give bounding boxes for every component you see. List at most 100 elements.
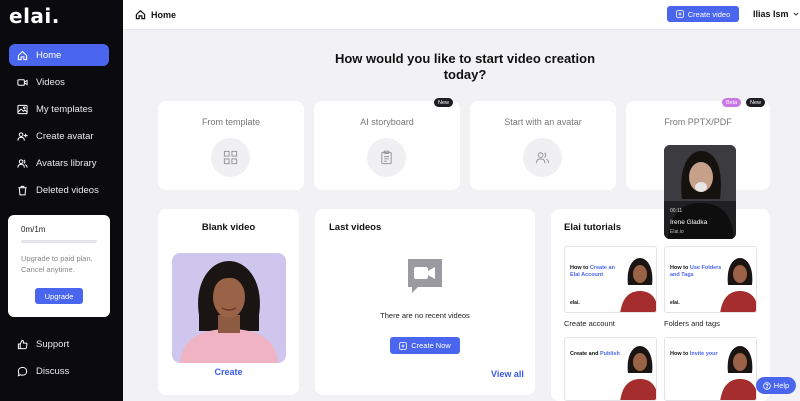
sidebar-item-label: Deleted videos	[36, 184, 99, 196]
create-video-label: Create video	[687, 9, 731, 19]
sidebar-nav: Home Videos My templates Create avatar A…	[9, 44, 109, 206]
option-label: AI storyboard	[360, 117, 414, 127]
upgrade-button[interactable]: Upgrade	[35, 288, 83, 304]
upgrade-message: Upgrade to paid plan. Cancel anytime.	[21, 254, 93, 274]
user-name: Ilias Ism	[753, 9, 789, 19]
preview-name: Irene Gladka	[670, 219, 708, 226]
sidebar-item-label: Discuss	[36, 365, 70, 377]
sidebar-item-label: Create avatar	[36, 130, 94, 142]
tutorial-presenter-image	[720, 258, 756, 312]
tutorial-presenter-image	[720, 346, 756, 400]
tutorial-label: Create account	[564, 319, 615, 328]
sidebar-bottom-nav: Support Discuss	[9, 333, 109, 387]
help-label: Help	[773, 381, 790, 390]
tutorial-thumb-text: Create and Publish	[570, 351, 625, 358]
avatar-illustration	[180, 261, 278, 363]
option-icon-circle	[523, 138, 562, 177]
trash-icon	[18, 185, 27, 195]
new-badge: New	[746, 98, 766, 107]
breadcrumb: Home	[135, 9, 176, 20]
thumb-prefix: How to	[670, 265, 690, 271]
sidebar-item-support[interactable]: Support	[9, 333, 109, 355]
clipboard-icon	[381, 150, 392, 165]
option-icon-circle	[211, 138, 250, 177]
option-label: Start with an avatar	[504, 117, 582, 127]
sidebar-item-my-templates[interactable]: My templates	[9, 98, 109, 120]
view-all-link[interactable]: View all	[491, 369, 524, 379]
help-button[interactable]: Help	[756, 377, 796, 394]
chevron-down-icon	[792, 12, 799, 16]
plus-square-icon	[399, 341, 407, 350]
option-ai-storyboard[interactable]: AI storyboard New	[314, 98, 460, 190]
video-icon	[17, 78, 28, 86]
card-title: Elai tutorials	[564, 222, 622, 233]
sidebar-item-discuss[interactable]: Discuss	[9, 360, 109, 382]
tutorial-thumb-text: How to Invite your	[670, 351, 725, 358]
card-title: Last videos	[329, 222, 382, 233]
tutorial-presenter-image	[620, 258, 656, 312]
thumb-prefix: How to	[670, 351, 690, 357]
avatar-preview-popup[interactable]: 00:11 Irene Gladka Elai.io	[664, 145, 736, 239]
thumb-highlight: Invite your	[689, 351, 718, 357]
tutorial-thumbnail-folders-and-tags[interactable]: How to Use Folders and Tags elai.	[664, 246, 757, 313]
sidebar-item-label: My templates	[36, 103, 93, 115]
option-start-with-avatar[interactable]: Start with an avatar	[470, 101, 616, 190]
sidebar-item-create-avatar[interactable]: Create avatar	[9, 125, 109, 147]
option-icon-circle	[367, 138, 406, 177]
preview-org: Elai.io	[670, 229, 684, 235]
create-link[interactable]: Create	[158, 367, 299, 377]
usage-text: 0m/1m	[21, 225, 46, 234]
home-icon	[135, 9, 146, 20]
templates-icon	[17, 104, 28, 114]
user-menu[interactable]: Ilias Ism	[753, 9, 799, 19]
thumb-highlight: Publish	[599, 351, 620, 357]
upgrade-card: 0m/1m Upgrade to paid plan. Cancel anyti…	[8, 215, 110, 317]
last-videos-card: Last videos There are no recent videos C…	[315, 209, 535, 395]
sidebar-item-avatars-library[interactable]: Avatars library	[9, 152, 109, 174]
plus-square-icon	[675, 10, 684, 18]
tutorial-thumb-logo: elai.	[570, 300, 580, 306]
option-from-template[interactable]: From template	[158, 101, 304, 190]
tutorial-thumb-logo: elai.	[670, 300, 680, 306]
sidebar-item-deleted-videos[interactable]: Deleted videos	[9, 179, 109, 201]
tutorial-thumb-text: How to Create an Elai Account	[570, 265, 625, 279]
chat-bubble-icon	[17, 366, 28, 376]
home-icon	[17, 50, 28, 60]
sidebar-item-label: Avatars library	[36, 157, 97, 169]
grid-icon	[223, 150, 238, 165]
top-header: Home Create video Ilias Ism	[123, 0, 800, 30]
empty-state-text: There are no recent videos	[380, 311, 470, 320]
sidebar-item-label: Videos	[36, 76, 65, 88]
tutorial-presenter-image	[620, 346, 656, 400]
tutorial-thumbnail-create-account[interactable]: How to Create an Elai Account elai.	[564, 246, 657, 313]
tutorial-thumbnail-publish[interactable]: Create and Publish	[564, 337, 657, 401]
usage-bar	[21, 240, 97, 243]
video-placeholder-icon	[408, 259, 442, 293]
tutorial-label: Folders and tags	[664, 319, 720, 328]
tutorial-thumbnail-invite[interactable]: How to Invite your	[664, 337, 757, 401]
blank-video-card[interactable]: Blank video Create	[158, 209, 299, 395]
people-icon	[17, 158, 28, 168]
create-now-label: Create Now	[411, 341, 451, 350]
page-title: How would you like to start video creati…	[334, 51, 596, 82]
breadcrumb-label: Home	[151, 9, 177, 20]
beta-badge: Beta	[722, 98, 742, 107]
option-label: From template	[201, 117, 261, 127]
option-label: From PPTX/PDF	[664, 117, 732, 127]
sidebar-item-label: Support	[36, 338, 70, 350]
create-video-button[interactable]: Create video	[667, 6, 739, 22]
add-person-icon	[17, 131, 28, 141]
people-icon	[535, 152, 550, 164]
thumb-prefix: How to	[570, 265, 590, 271]
question-circle-icon	[763, 381, 771, 390]
tutorials-card: Elai tutorials How to Create an Elai Acc…	[551, 209, 770, 401]
avatar-image	[172, 253, 286, 363]
sidebar-item-home[interactable]: Home	[9, 44, 109, 66]
create-now-button[interactable]: Create Now	[390, 337, 460, 354]
thumb-prefix: Create and	[570, 351, 600, 357]
thumbs-up-icon	[17, 339, 28, 349]
tutorial-thumb-text: How to Use Folders and Tags	[670, 265, 725, 279]
sidebar-item-videos[interactable]: Videos	[9, 71, 109, 93]
elai-logo[interactable]: elai.	[9, 4, 60, 28]
sidebar: elai. Home Videos My templates Create av…	[0, 0, 123, 401]
